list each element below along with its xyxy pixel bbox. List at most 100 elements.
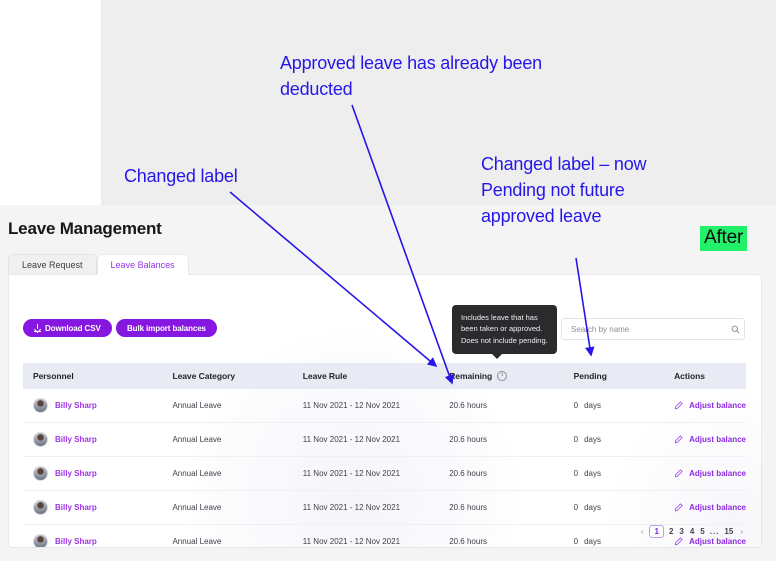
leave-balances-table: Personnel Leave Category Leave Rule Rema… [23, 363, 746, 547]
pencil-icon [674, 469, 683, 478]
cell-leave-category: Annual Leave [172, 524, 303, 547]
cell-leave-rule: 11 Nov 2021 - 12 Nov 2021 [302, 456, 450, 491]
tab-strip: Leave Request Leave Balances [8, 254, 189, 275]
cell-pending: 0 days [573, 422, 675, 457]
cell-actions: Adjust balance [674, 490, 746, 525]
pagination-page-1[interactable]: 1 [649, 525, 664, 538]
pagination-page-5[interactable]: 5 [699, 527, 705, 536]
download-csv-button[interactable]: Download CSV [23, 319, 112, 337]
table-row: Billy Sharp Annual Leave 11 Nov 2021 - 12 … [23, 524, 746, 547]
download-icon [34, 324, 41, 332]
pending-unit: days [584, 435, 602, 444]
adjust-balance-link[interactable]: Adjust balance [689, 503, 746, 512]
personnel-name-link[interactable]: Billy Sharp [55, 469, 97, 478]
cell-leave-rule: 11 Nov 2021 - 12 Nov 2021 [302, 490, 450, 525]
cell-leave-category: Annual Leave [172, 490, 303, 525]
pencil-icon [674, 435, 683, 444]
annotation-changed-label: Changed label [124, 166, 238, 186]
content-card: Download CSV Bulk import balances Perso [8, 274, 762, 548]
cell-remaining: 20.6 hours [449, 490, 574, 525]
column-header-personnel[interactable]: Personnel [23, 363, 173, 389]
avatar [33, 398, 48, 413]
info-icon[interactable]: i [497, 371, 508, 381]
pencil-icon [674, 401, 683, 410]
cell-personnel: Billy Sharp [23, 456, 173, 491]
cell-actions: Adjust balance [674, 422, 746, 457]
annotation-approved-deducted: Approved leave has already been deducted [280, 53, 542, 100]
cell-personnel: Billy Sharp [23, 524, 173, 547]
pagination-page-last[interactable]: 15 [723, 527, 734, 536]
cell-leave-rule: 11 Nov 2021 - 12 Nov 2021 [302, 422, 450, 457]
avatar [33, 432, 48, 447]
avatar [33, 534, 48, 547]
pagination-next[interactable]: › [738, 527, 745, 536]
adjust-balance-link[interactable]: Adjust balance [689, 435, 746, 444]
column-header-remaining-label: Remaining [449, 371, 493, 381]
table-toolbar: Download CSV Bulk import balances [9, 318, 761, 351]
table-header-row: Personnel Leave Category Leave Rule Rema… [23, 363, 746, 389]
pending-value: 0 [573, 469, 579, 478]
cell-pending: 0 days [573, 389, 675, 423]
pending-unit: days [584, 401, 602, 410]
pending-unit: days [584, 469, 602, 478]
cell-remaining: 20.6 hours [449, 456, 574, 491]
backdrop-white-panel [0, 0, 101, 205]
pending-value: 0 [573, 503, 579, 512]
column-header-leave-rule[interactable]: Leave Rule [302, 363, 450, 389]
column-header-actions: Actions [674, 363, 746, 389]
pending-value: 0 [573, 435, 579, 444]
pending-value: 0 [573, 537, 579, 546]
personnel-name-link[interactable]: Billy Sharp [55, 503, 97, 512]
table-row: Billy Sharp Annual Leave 11 Nov 2021 - 12 … [23, 490, 746, 525]
table-head: Personnel Leave Category Leave Rule Rema… [23, 363, 746, 389]
pagination-prev[interactable]: ‹ [639, 527, 646, 536]
pending-unit: days [584, 537, 602, 546]
bulk-import-label: Bulk import balances [127, 323, 206, 333]
app-window: Leave Management Leave Request Leave Bal… [0, 205, 776, 561]
cell-remaining: 20.6 hours [449, 389, 574, 423]
column-header-pending[interactable]: Pending [573, 363, 675, 389]
cell-leave-category: Annual Leave [172, 456, 303, 491]
table-row: Billy Sharp Annual Leave 11 Nov 2021 - 12 … [23, 422, 746, 457]
pencil-icon [674, 503, 683, 512]
cell-leave-rule: 11 Nov 2021 - 12 Nov 2021 [302, 524, 450, 547]
cell-personnel: Billy Sharp [23, 422, 173, 457]
tab-leave-request[interactable]: Leave Request [8, 254, 97, 275]
cell-remaining: 20.6 hours [449, 524, 574, 547]
search-icon[interactable] [726, 320, 744, 338]
pagination-page-4[interactable]: 4 [689, 527, 695, 536]
bulk-import-balances-button[interactable]: Bulk import balances [116, 319, 217, 337]
pending-unit: days [584, 503, 602, 512]
cell-actions: Adjust balance [674, 456, 746, 491]
remaining-tooltip: Includes leave that has been taken or ap… [452, 305, 557, 359]
table-row: Billy Sharp Annual Leave 11 Nov 2021 - 12 … [23, 456, 746, 491]
cell-pending: 0 days [573, 456, 675, 491]
cell-leave-rule: 11 Nov 2021 - 12 Nov 2021 [302, 389, 450, 423]
personnel-name-link[interactable]: Billy Sharp [55, 435, 97, 444]
tab-leave-balances[interactable]: Leave Balances [96, 254, 189, 275]
cell-pending: 0 days [573, 490, 675, 525]
pending-value: 0 [573, 401, 579, 410]
personnel-name-link[interactable]: Billy Sharp [55, 401, 97, 410]
cell-leave-category: Annual Leave [172, 389, 303, 423]
pagination: ‹ 1 2 3 4 5 ... 15 › [639, 525, 745, 538]
pagination-page-2[interactable]: 2 [668, 527, 674, 536]
adjust-balance-link[interactable]: Adjust balance [689, 401, 746, 410]
cell-personnel: Billy Sharp [23, 389, 173, 423]
cell-actions: Adjust balance [674, 389, 746, 423]
pencil-icon [674, 537, 683, 546]
adjust-balance-link[interactable]: Adjust balance [689, 537, 746, 546]
personnel-name-link[interactable]: Billy Sharp [55, 537, 97, 546]
column-header-leave-category[interactable]: Leave Category [172, 363, 303, 389]
pagination-ellipsis: ... [709, 527, 720, 536]
search-input[interactable] [562, 324, 726, 334]
cell-personnel: Billy Sharp [23, 490, 173, 525]
avatar [33, 500, 48, 515]
search-box[interactable] [561, 318, 745, 340]
pagination-page-3[interactable]: 3 [678, 527, 684, 536]
page-title: Leave Management [8, 219, 162, 238]
adjust-balance-link[interactable]: Adjust balance [689, 469, 746, 478]
column-header-remaining[interactable]: Remaining i [449, 363, 574, 389]
avatar [33, 466, 48, 481]
download-csv-label: Download CSV [45, 323, 101, 333]
